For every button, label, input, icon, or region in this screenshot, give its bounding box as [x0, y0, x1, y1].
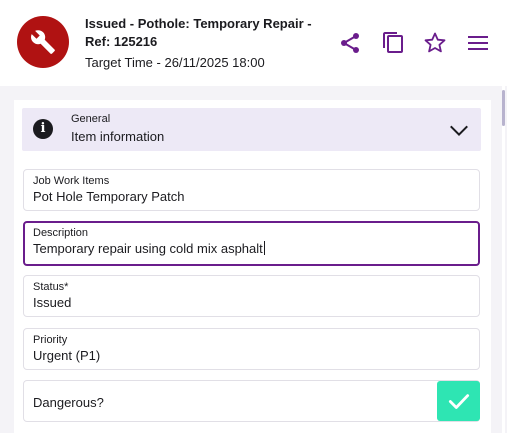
- menu-icon[interactable]: [465, 30, 491, 56]
- priority-field[interactable]: Priority Urgent (P1): [23, 328, 480, 370]
- page-title-line1: Issued - Pothole: Temporary Repair -: [85, 16, 312, 31]
- info-icon: i: [33, 119, 53, 139]
- job-work-items-field[interactable]: Job Work Items Pot Hole Temporary Patch: [23, 169, 480, 211]
- field-value: Pot Hole Temporary Patch: [33, 189, 185, 204]
- field-label: Description: [33, 227, 89, 239]
- page-title-line2: Ref: 125216: [85, 34, 158, 49]
- field-label: Dangerous?: [33, 395, 104, 410]
- share-icon[interactable]: [337, 30, 363, 56]
- dangerous-checkbox[interactable]: [437, 381, 480, 421]
- checkmark-icon: [448, 394, 469, 409]
- description-field[interactable]: Description Temporary repair using cold …: [23, 221, 480, 266]
- field-label: Status*: [33, 281, 69, 293]
- section-header-general[interactable]: i General Item information: [22, 108, 481, 151]
- section-title: Item information: [71, 129, 165, 144]
- text-caret: [263, 241, 265, 255]
- star-icon[interactable]: [422, 30, 448, 56]
- status-field[interactable]: Status* Issued: [23, 275, 480, 317]
- field-value: Issued: [33, 295, 72, 310]
- app-header: Issued - Pothole: Temporary Repair - Ref…: [0, 0, 507, 86]
- scrollbar[interactable]: [502, 86, 505, 433]
- chevron-down-icon[interactable]: [448, 119, 470, 146]
- section-subtitle: General: [71, 113, 111, 125]
- scrollbar-thumb[interactable]: [502, 90, 505, 126]
- description-text: Temporary repair using cold mix asphalt: [33, 241, 263, 256]
- target-time: Target Time - 26/11/2025 18:00: [85, 55, 265, 70]
- field-label: Priority: [33, 334, 68, 346]
- field-value: Temporary repair using cold mix asphalt: [33, 241, 265, 256]
- field-value: Urgent (P1): [33, 348, 101, 363]
- dangerous-field: Dangerous?: [23, 380, 480, 422]
- copy-icon[interactable]: [380, 30, 406, 56]
- field-label: Job Work Items: [33, 175, 110, 187]
- wrench-icon: [17, 16, 69, 68]
